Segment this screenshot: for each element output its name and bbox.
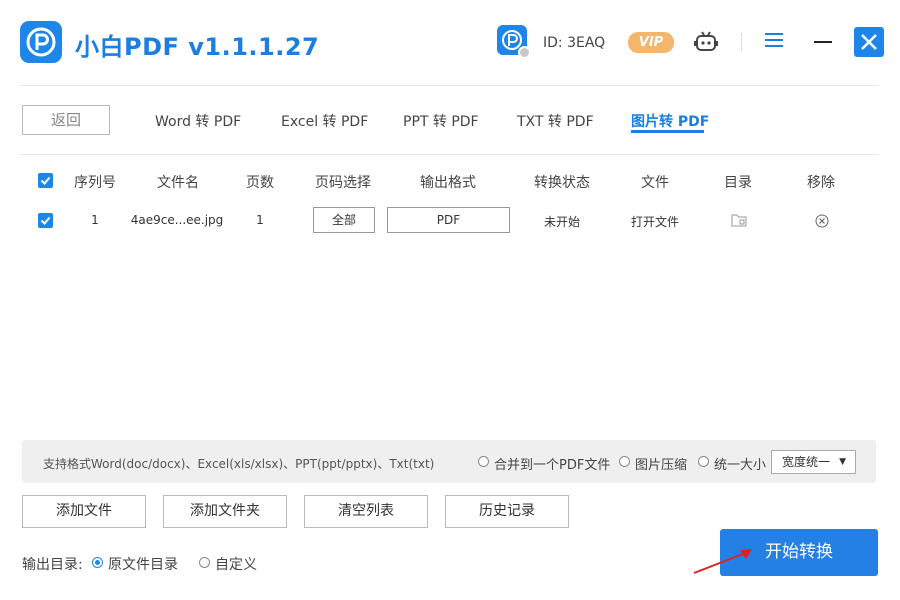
back-button[interactable]: 返回 xyxy=(22,105,110,135)
size-select-value: 宽度统一 xyxy=(782,455,831,469)
compress-radio[interactable] xyxy=(619,456,630,467)
uniform-size-label[interactable]: 统一大小 xyxy=(714,454,766,473)
tab-txt-to-pdf[interactable]: TXT 转 PDF xyxy=(517,111,594,131)
tab-ppt-to-pdf[interactable]: PPT 转 PDF xyxy=(403,111,479,131)
app-logo xyxy=(20,21,62,63)
custom-dir-label[interactable]: 自定义 xyxy=(215,554,257,574)
clear-list-button[interactable]: 清空列表 xyxy=(304,495,428,528)
row-index: 1 xyxy=(91,213,99,227)
active-tab-indicator xyxy=(631,130,704,133)
red-arrow-annotation xyxy=(690,545,760,581)
header-directory: 目录 xyxy=(724,175,752,191)
user-id: ID: 3EAQ xyxy=(543,35,606,51)
circle-x-icon[interactable] xyxy=(815,213,829,232)
row-pages: 1 xyxy=(256,213,264,227)
header-filename: 文件名 xyxy=(157,175,199,191)
merge-radio[interactable] xyxy=(478,456,489,467)
vip-badge[interactable]: VIP xyxy=(628,32,674,53)
history-button[interactable]: 历史记录 xyxy=(445,495,569,528)
size-select[interactable]: 宽度统一 ▼ xyxy=(771,450,856,474)
header-remove: 移除 xyxy=(807,175,835,191)
dropdown-arrow-icon: ▼ xyxy=(839,457,846,467)
original-dir-radio[interactable] xyxy=(92,557,103,568)
output-dir-label: 输出目录: xyxy=(22,557,83,573)
add-file-button[interactable]: 添加文件 xyxy=(22,495,146,528)
add-folder-button[interactable]: 添加文件夹 xyxy=(163,495,287,528)
minimize-icon[interactable] xyxy=(814,41,832,43)
row-status: 未开始 xyxy=(543,215,581,229)
header-pages: 页数 xyxy=(246,175,274,191)
header-file: 文件 xyxy=(641,175,669,191)
output-format-button[interactable]: PDF xyxy=(387,207,510,233)
menu-icon[interactable] xyxy=(765,33,783,51)
uniform-size-radio[interactable] xyxy=(698,456,709,467)
close-icon[interactable] xyxy=(854,27,884,57)
header-status: 转换状态 xyxy=(534,175,590,191)
title-separator xyxy=(741,33,742,51)
robot-icon[interactable] xyxy=(694,30,718,58)
header-divider xyxy=(20,85,878,86)
custom-dir-radio[interactable] xyxy=(199,557,210,568)
row-filename: 4ae9ce...ee.jpg xyxy=(130,213,224,227)
verified-badge-icon xyxy=(518,46,531,59)
header-page-select: 页码选择 xyxy=(315,175,371,191)
user-avatar[interactable] xyxy=(497,25,531,59)
header-index: 序列号 xyxy=(74,175,116,191)
merge-label[interactable]: 合并到一个PDF文件 xyxy=(494,454,610,473)
tabs-divider xyxy=(20,154,878,155)
page-select-button[interactable]: 全部 xyxy=(313,207,375,233)
tab-word-to-pdf[interactable]: Word 转 PDF xyxy=(155,111,241,131)
header-output-format: 输出格式 xyxy=(420,175,476,191)
original-dir-label[interactable]: 原文件目录 xyxy=(108,554,178,574)
supported-formats-text: 支持格式Word(doc/docx)、Excel(xls/xlsx)、PPT(p… xyxy=(43,457,435,471)
select-all-checkbox[interactable] xyxy=(38,173,53,188)
tab-image-to-pdf[interactable]: 图片转 PDF xyxy=(631,111,709,131)
row-checkbox[interactable] xyxy=(38,213,53,228)
open-file-link[interactable]: 打开文件 xyxy=(631,213,679,230)
compress-label[interactable]: 图片压缩 xyxy=(635,454,687,473)
tab-excel-to-pdf[interactable]: Excel 转 PDF xyxy=(281,111,368,131)
folder-icon[interactable] xyxy=(731,212,747,231)
app-title: 小白PDF v1.1.1.27 xyxy=(75,33,320,61)
